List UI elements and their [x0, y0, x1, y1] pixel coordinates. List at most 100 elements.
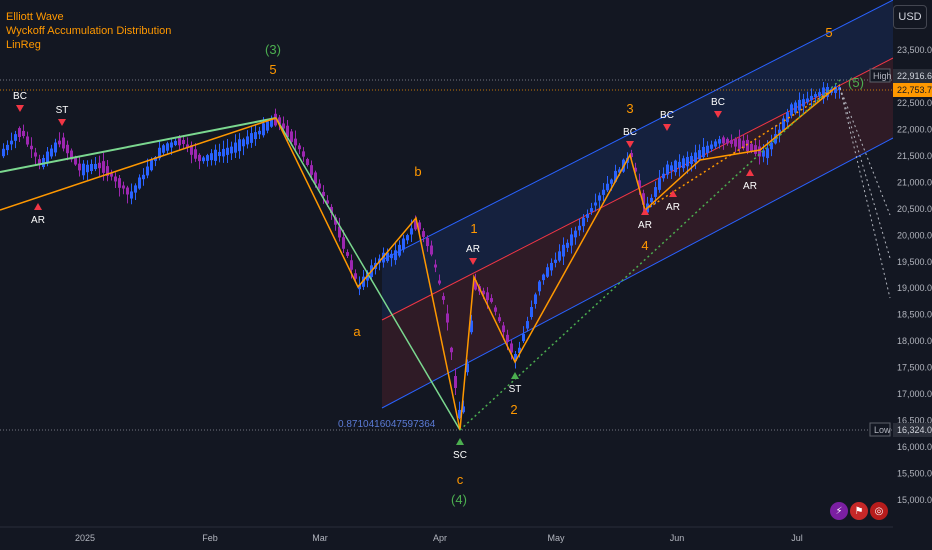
- candle-body: [2, 148, 5, 157]
- candle-body: [594, 202, 597, 206]
- buy-marker: [34, 203, 42, 210]
- candle-body: [662, 173, 665, 179]
- wyckoff-label: BC: [711, 97, 725, 108]
- candle-body: [118, 178, 121, 188]
- low-price-tag: 16,324.0: [897, 425, 932, 435]
- candle-body: [350, 260, 353, 270]
- candle-body: [806, 98, 809, 103]
- candle-body: [658, 178, 661, 190]
- candle-body: [542, 274, 545, 281]
- candle-body: [562, 244, 565, 257]
- y-tick-label: 23,500.0: [897, 45, 932, 55]
- candle-body: [670, 165, 673, 171]
- candle-body: [318, 183, 321, 189]
- events-icon[interactable]: ◎: [870, 502, 888, 520]
- candle-body: [738, 138, 741, 149]
- wave-label: 4: [641, 238, 648, 253]
- candle-body: [558, 251, 561, 261]
- candle-body: [294, 138, 297, 146]
- candle-body: [790, 104, 793, 116]
- candle-body: [78, 163, 81, 171]
- candle-body: [298, 145, 301, 150]
- candle-body: [814, 94, 817, 98]
- wyckoff-label: ST: [56, 105, 69, 116]
- wyckoff-label: AR: [638, 220, 652, 231]
- candle-body: [238, 139, 241, 152]
- candle-body: [430, 245, 433, 255]
- candle-body: [390, 253, 393, 259]
- candle-body: [422, 231, 425, 237]
- fib-level-label: 0.8710416047597364: [338, 419, 436, 430]
- high-price-tag: 22,916.6: [897, 71, 932, 81]
- candle-body: [566, 242, 569, 248]
- candle-body: [734, 139, 737, 147]
- candle-body: [218, 151, 221, 157]
- flag-icon[interactable]: ⚑: [850, 502, 868, 520]
- candle-body: [686, 156, 689, 167]
- candle-body: [498, 317, 501, 322]
- candle-body: [194, 149, 197, 159]
- candle-body: [166, 143, 169, 151]
- candle-body: [810, 95, 813, 101]
- channel-mid-line: [381, 57, 894, 321]
- sell-marker: [16, 105, 24, 112]
- candle-body: [442, 296, 445, 300]
- wave-label: a: [353, 324, 361, 339]
- y-tick-label: 22,500.0: [897, 98, 932, 108]
- x-tick-label: Feb: [202, 533, 218, 543]
- candle-body: [530, 306, 533, 318]
- indicator-legend: Elliott Wave Wyckoff Accumulation Distri…: [6, 10, 171, 52]
- candle-body: [30, 145, 33, 150]
- price-chart[interactable]: 0.8710416047597364 (3) 5 b a c (4) 1 2 3 4 5 (5) BC ST…: [0, 0, 932, 550]
- last-price-tag: 22,753.7: [897, 85, 932, 95]
- candle-body: [342, 237, 345, 249]
- y-tick-label: 17,500.0: [897, 363, 932, 373]
- candle-body: [454, 376, 457, 388]
- candle-body: [6, 144, 9, 151]
- candle-body: [246, 136, 249, 145]
- candle-body: [678, 161, 681, 168]
- candle-body: [438, 280, 441, 284]
- wave-label: (5): [848, 75, 864, 90]
- candle-body: [502, 325, 505, 333]
- candle-body: [98, 162, 101, 169]
- candle-body: [694, 152, 697, 163]
- wave-label: 3: [626, 101, 633, 116]
- buy-marker: [456, 438, 464, 445]
- candle-body: [214, 149, 217, 161]
- candle-body: [266, 121, 269, 131]
- candle-body: [394, 250, 397, 261]
- high-tag-label: High: [873, 71, 892, 81]
- candle-body: [818, 92, 821, 97]
- wave-label: 5: [269, 62, 276, 77]
- candle-body: [234, 142, 237, 153]
- candle-body: [602, 189, 605, 195]
- legend-item-elliott-wave[interactable]: Elliott Wave: [6, 10, 171, 24]
- candle-body: [122, 185, 125, 189]
- legend-item-wyckoff[interactable]: Wyckoff Accumulation Distribution: [6, 24, 171, 38]
- legend-item-linreg[interactable]: LinReg: [6, 38, 171, 52]
- candle-body: [570, 234, 573, 246]
- lightning-icon[interactable]: ⚡: [830, 502, 848, 520]
- candle-body: [582, 217, 585, 227]
- candle-body: [126, 187, 129, 195]
- y-tick-label: 20,500.0: [897, 204, 932, 214]
- candle-body: [26, 136, 29, 145]
- x-tick-label: Jun: [670, 533, 685, 543]
- candle-body: [66, 144, 69, 154]
- candle-body: [550, 262, 553, 271]
- sell-marker: [58, 119, 66, 126]
- candle-body: [142, 174, 145, 180]
- candle-body: [254, 132, 257, 140]
- y-tick-label: 17,000.0: [897, 389, 932, 399]
- currency-button[interactable]: USD: [893, 5, 927, 29]
- candle-body: [598, 195, 601, 201]
- buy-marker: [511, 372, 519, 379]
- candle-body: [538, 281, 541, 292]
- candle-body: [766, 148, 769, 159]
- candle-body: [302, 151, 305, 157]
- candle-body: [130, 191, 133, 199]
- candle-body: [490, 298, 493, 302]
- wyckoff-label: SC: [453, 450, 467, 461]
- wave-label: (3): [265, 42, 281, 57]
